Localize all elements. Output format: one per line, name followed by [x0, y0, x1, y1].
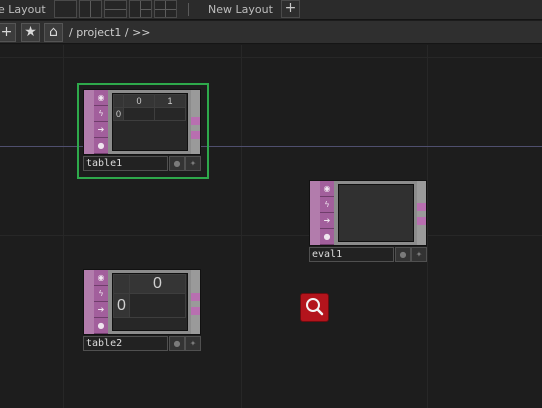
viewer-flag-icon[interactable]: ● — [395, 247, 411, 262]
node-tab-strip: ◉ ϟ ➔ ● — [320, 181, 334, 245]
current-layout-label[interactable]: e Layout — [0, 3, 46, 16]
table-cell: 0 — [113, 107, 124, 121]
output-port[interactable] — [417, 203, 426, 211]
node-tab-strip: ◉ ϟ ➔ ● — [94, 270, 108, 334]
magnifier-icon — [306, 298, 324, 316]
output-connector[interactable] — [191, 90, 200, 154]
layout-single-pane-icon[interactable] — [54, 0, 77, 18]
table-grid: 0 1 0 — [113, 94, 186, 121]
grid-line — [427, 45, 428, 408]
network-path[interactable]: / project1 / >> — [69, 26, 151, 39]
search-button[interactable] — [300, 293, 329, 322]
node-name[interactable]: table1 — [83, 156, 168, 171]
bypass-icon[interactable]: ● — [94, 138, 108, 154]
layout-bar: e Layout New Layout + — [0, 0, 542, 20]
layout-quad-icon[interactable] — [154, 0, 177, 18]
new-layout-label[interactable]: New Layout — [208, 3, 273, 16]
output-port[interactable] — [191, 131, 200, 139]
export-icon[interactable]: ➔ — [94, 302, 108, 318]
bypass-icon[interactable]: ● — [320, 229, 334, 245]
output-port[interactable] — [191, 307, 200, 315]
grid-line — [63, 45, 64, 408]
table-cell — [113, 274, 130, 294]
grid-line — [0, 235, 542, 236]
table-grid: 0 0 — [113, 274, 186, 318]
input-connector[interactable] — [310, 181, 320, 245]
output-port[interactable] — [417, 217, 426, 225]
node-body[interactable]: ◉ ϟ ➔ ● — [309, 180, 427, 246]
home-button[interactable]: ⌂ — [44, 23, 63, 42]
table-row: 0 — [113, 293, 186, 318]
table-cell — [113, 94, 124, 108]
table-cell: 0 — [129, 274, 186, 294]
grid-line — [0, 57, 542, 58]
table-header-row: 0 — [113, 274, 186, 294]
viewer-flag-icon[interactable]: ● — [169, 336, 185, 351]
table-header-row: 0 1 — [113, 94, 186, 108]
table-cell: 1 — [154, 94, 186, 108]
clone-flag-icon[interactable]: ✦ — [185, 156, 201, 171]
node-name-row: eval1 ● ✦ — [309, 247, 427, 262]
table-row: 0 — [113, 107, 186, 121]
favorite-button[interactable]: ★ — [21, 23, 40, 42]
empty-viewer — [338, 184, 414, 242]
output-port[interactable] — [191, 293, 200, 301]
grid-line — [241, 45, 242, 408]
layout-horizontal-split-icon[interactable] — [104, 0, 127, 18]
node-tab-strip: ◉ ϟ ➔ ● — [94, 90, 108, 154]
cook-icon[interactable]: ϟ — [320, 197, 334, 213]
export-icon[interactable]: ➔ — [320, 213, 334, 229]
clone-flag-icon[interactable]: ✦ — [411, 247, 427, 262]
export-icon[interactable]: ➔ — [94, 122, 108, 138]
network-canvas[interactable]: ◉ ϟ ➔ ● 0 1 0 table1 ● ✦ ◉ ϟ ➔ ● eval1 ●… — [0, 45, 542, 408]
cook-icon[interactable]: ϟ — [94, 106, 108, 122]
layout-separator — [188, 3, 189, 16]
node-name[interactable]: eval1 — [309, 247, 394, 262]
node-body[interactable]: ◉ ϟ ➔ ● 0 0 — [83, 269, 201, 335]
table-cell — [154, 107, 186, 121]
table-viewer: 0 1 0 — [112, 93, 188, 151]
output-connector[interactable] — [191, 270, 200, 334]
add-layout-button[interactable]: + — [281, 0, 300, 18]
input-connector[interactable] — [84, 270, 94, 334]
bypass-icon[interactable]: ● — [94, 318, 108, 334]
viewer-toggle-icon[interactable]: ◉ — [320, 181, 334, 197]
clone-flag-icon[interactable]: ✦ — [185, 336, 201, 351]
output-port[interactable] — [191, 117, 200, 125]
add-operator-button[interactable]: + — [0, 23, 16, 42]
table-viewer: 0 0 — [112, 273, 188, 331]
viewer-toggle-icon[interactable]: ◉ — [94, 90, 108, 106]
layout-vertical-split-icon[interactable] — [79, 0, 102, 18]
path-bar: + ★ ⌂ / project1 / >> — [0, 21, 542, 44]
viewer-toggle-icon[interactable]: ◉ — [94, 270, 108, 286]
table-cell — [123, 107, 155, 121]
viewer-flag-icon[interactable]: ● — [169, 156, 185, 171]
node-name[interactable]: table2 — [83, 336, 168, 351]
table-cell: 0 — [123, 94, 155, 108]
layout-three-pane-icon[interactable] — [129, 0, 152, 18]
node-name-row: table2 ● ✦ — [83, 336, 201, 351]
table-cell: 0 — [113, 293, 130, 318]
node-body[interactable]: ◉ ϟ ➔ ● 0 1 0 — [83, 89, 201, 155]
table-cell — [129, 293, 186, 318]
output-connector[interactable] — [417, 181, 426, 245]
input-connector[interactable] — [84, 90, 94, 154]
node-name-row: table1 ● ✦ — [83, 156, 201, 171]
cook-icon[interactable]: ϟ — [94, 286, 108, 302]
